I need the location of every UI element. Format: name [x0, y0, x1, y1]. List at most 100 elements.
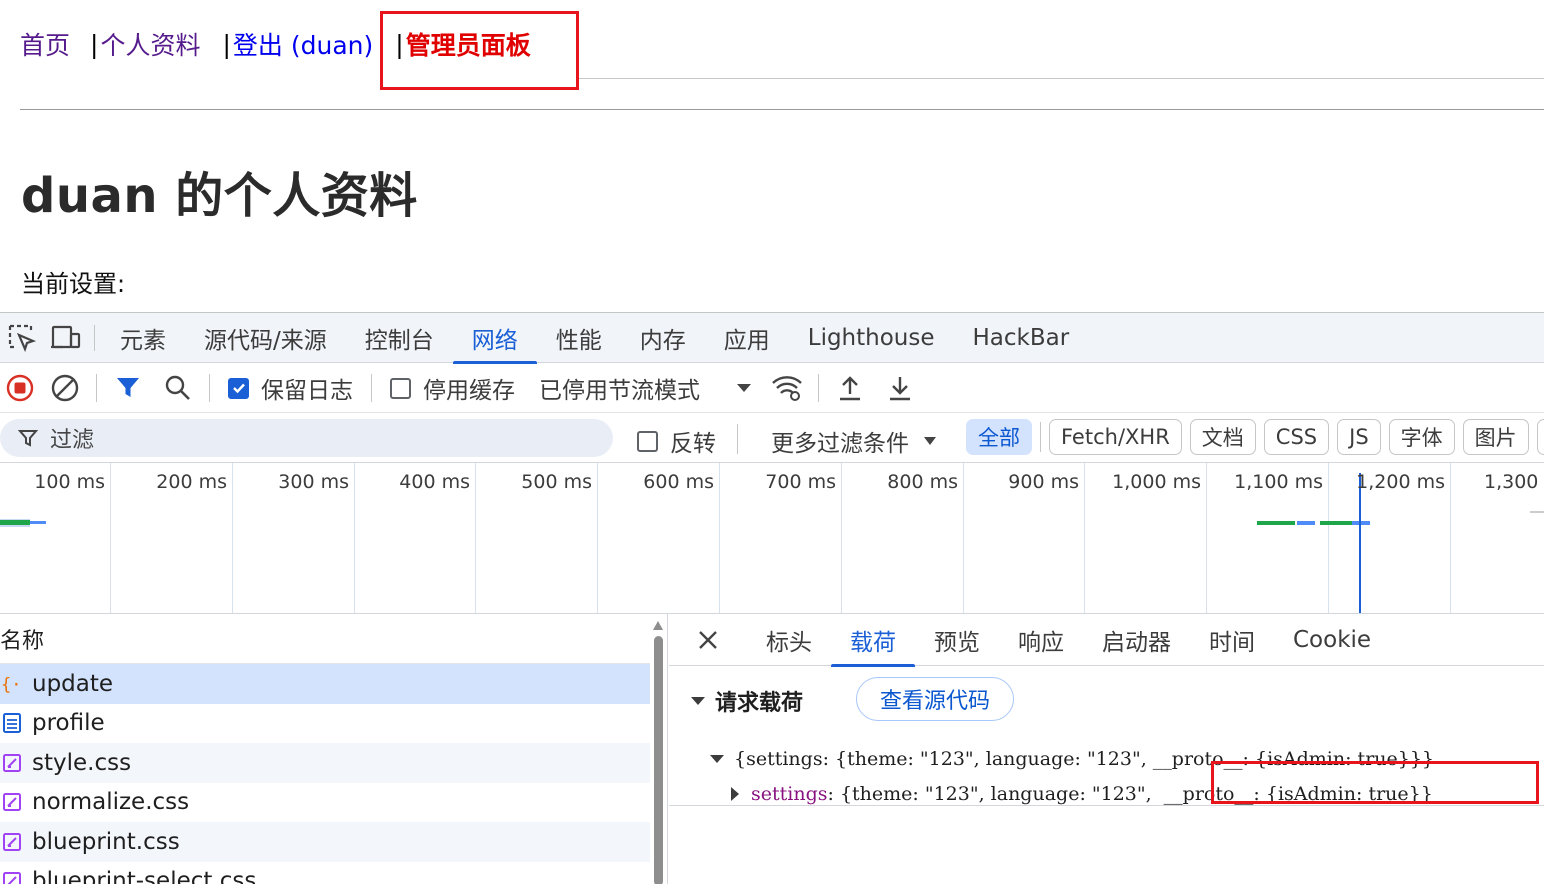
checkbox-unchecked-icon[interactable] — [637, 430, 658, 452]
request-list-scrollbar[interactable] — [654, 636, 663, 884]
device-toolbar-icon[interactable] — [44, 313, 88, 363]
timeline-bar-waiting — [0, 520, 30, 525]
timeline-bar-download — [1297, 521, 1315, 525]
import-har-icon[interactable] — [825, 364, 875, 412]
toolbar-separator — [209, 374, 210, 402]
tab-cookies[interactable]: Cookie — [1274, 614, 1390, 666]
admin-link-highlight-box — [380, 11, 579, 90]
timeline-load-marker — [1359, 473, 1361, 613]
tab-lighthouse[interactable]: Lighthouse — [789, 313, 954, 363]
toolbar-separator — [818, 374, 819, 402]
timeline-tick-label: 700 ms — [765, 471, 836, 493]
tabbar-separator — [94, 324, 95, 351]
tab-headers[interactable]: 标头 — [747, 614, 831, 666]
inspect-element-icon[interactable] — [0, 313, 44, 363]
type-chip-all[interactable]: 全部 — [966, 419, 1032, 455]
triangle-right-icon — [731, 787, 739, 801]
request-row[interactable]: {·} update — [0, 664, 650, 704]
stylesheet-icon — [0, 790, 24, 814]
timeline-tick-label: 400 ms — [399, 471, 470, 493]
timeline-bar-download — [1352, 521, 1370, 525]
disable-cache-checkbox[interactable]: 停用缓存 — [390, 371, 515, 405]
request-row[interactable]: style.css — [0, 743, 650, 783]
timeline-gridline — [110, 463, 111, 613]
svg-text:{·}: {·} — [1, 675, 23, 695]
filter-placeholder: 过滤 — [50, 428, 95, 453]
timeline-gridline — [597, 463, 598, 613]
timeline-tick-label: 300 ms — [278, 471, 349, 493]
network-conditions-icon[interactable] — [762, 364, 812, 412]
nav-profile-link[interactable]: 个人资料 — [100, 26, 200, 62]
timeline-gridline — [719, 463, 720, 613]
request-row[interactable]: profile — [0, 704, 650, 744]
tab-application[interactable]: 应用 — [705, 313, 789, 363]
filter-funnel-icon[interactable] — [103, 364, 153, 412]
type-chip-media[interactable]: 媒 — [1536, 419, 1544, 455]
search-icon[interactable] — [153, 364, 203, 412]
clear-icon[interactable] — [40, 364, 90, 412]
invert-checkbox[interactable]: 反转 — [637, 424, 716, 458]
stop-recording-icon[interactable] — [0, 364, 40, 412]
timeline-gridline — [354, 463, 355, 613]
request-detail-pane: 标头 载荷 预览 响应 启动器 时间 Cookie 请求载荷 查看源代码 {se… — [669, 614, 1544, 884]
chevron-down-icon — [737, 384, 751, 392]
tab-timing[interactable]: 时间 — [1190, 614, 1274, 666]
tab-initiator[interactable]: 启动器 — [1083, 614, 1190, 666]
nav-logout-link[interactable]: 登出 (duan) — [233, 26, 373, 62]
checkbox-unchecked-icon[interactable] — [390, 377, 411, 399]
type-chip-font[interactable]: 字体 — [1388, 419, 1455, 455]
tab-console[interactable]: 控制台 — [346, 313, 453, 363]
request-row[interactable]: blueprint.css — [0, 822, 650, 862]
request-name: normalize.css — [32, 789, 190, 816]
type-chip-fetch-xhr[interactable]: Fetch/XHR — [1049, 419, 1182, 455]
tab-elements[interactable]: 元素 — [101, 313, 185, 363]
tab-network[interactable]: 网络 — [452, 313, 537, 364]
document-icon — [0, 711, 24, 735]
tab-sources[interactable]: 源代码/来源 — [185, 313, 346, 363]
type-chip-js[interactable]: JS — [1337, 419, 1381, 455]
payload-section-header[interactable]: 请求载荷 — [691, 685, 803, 717]
timeline-gridline — [1328, 463, 1329, 613]
payload-title: 请求载荷 — [715, 691, 804, 716]
close-icon[interactable] — [669, 614, 747, 666]
request-row[interactable]: normalize.css — [0, 783, 650, 823]
timeline-gridline — [1450, 463, 1451, 613]
tab-memory[interactable]: 内存 — [621, 313, 705, 363]
export-har-icon[interactable] — [875, 364, 925, 412]
preserve-log-checkbox[interactable]: 保留日志 — [228, 371, 353, 405]
filter-input[interactable]: 过滤 — [0, 419, 613, 457]
view-source-button[interactable]: 查看源代码 — [856, 677, 1014, 721]
nav-divider — [579, 78, 1544, 79]
timeline-bar-queued — [1530, 511, 1544, 513]
tab-preview[interactable]: 预览 — [915, 614, 999, 666]
more-filters-dropdown[interactable]: 更多过滤条件 — [771, 424, 937, 458]
request-row[interactable]: blueprint-select.css — [0, 862, 650, 884]
tab-performance[interactable]: 性能 — [537, 313, 621, 363]
type-chip-css[interactable]: CSS — [1263, 419, 1330, 455]
timeline-tick-label: 1,300 ms — [1484, 471, 1544, 493]
request-list-header: 名称 — [0, 614, 650, 664]
timeline-tick-label: 200 ms — [156, 471, 227, 493]
tab-hackbar[interactable]: HackBar — [954, 313, 1089, 363]
timeline-gridline — [232, 463, 233, 613]
type-chip-img[interactable]: 图片 — [1462, 419, 1529, 455]
nav-home-link[interactable]: 首页 — [20, 26, 70, 62]
request-name: update — [32, 670, 114, 697]
name-column-header[interactable]: 名称 — [0, 623, 44, 655]
proto-highlight-box — [1211, 761, 1539, 804]
checkbox-checked-icon[interactable] — [228, 377, 249, 399]
stylesheet-icon — [0, 751, 24, 775]
timeline-tick-label: 1,100 ms — [1234, 471, 1323, 493]
page-title: duan 的个人资料 — [21, 168, 418, 224]
tab-response[interactable]: 响应 — [999, 614, 1083, 666]
chevron-down-icon — [924, 437, 936, 445]
nav-separator: | — [222, 29, 231, 59]
stylesheet-icon — [0, 869, 24, 884]
tab-payload[interactable]: 载荷 — [831, 614, 915, 667]
request-list: 名称 {·} update profile style.css normaliz… — [0, 614, 668, 884]
network-timeline-overview[interactable]: 100 ms 200 ms 300 ms 400 ms 500 ms 600 ms 700 … — [0, 463, 1544, 614]
timeline-tick-label: 1,000 ms — [1112, 471, 1201, 493]
scroll-up-arrow-icon[interactable] — [652, 618, 664, 632]
type-chip-doc[interactable]: 文档 — [1189, 419, 1256, 455]
throttling-select[interactable]: 已停用节流模式 — [539, 371, 752, 405]
